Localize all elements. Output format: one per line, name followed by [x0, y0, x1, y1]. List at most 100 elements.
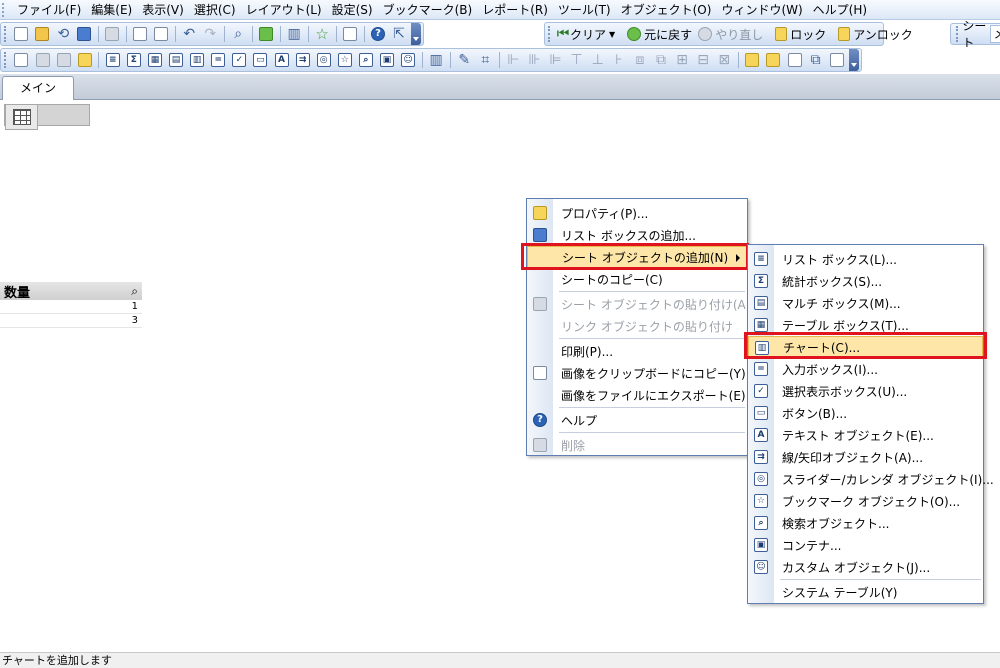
context-help-button[interactable]: ⇱ [389, 24, 408, 44]
create-custom-object-button[interactable]: ☺ [399, 50, 418, 70]
undo-layout-button[interactable]: ↶ [180, 24, 199, 44]
menu-item-add-listbox[interactable]: リスト ボックスの追加... [527, 224, 747, 246]
help-button[interactable]: ? [368, 24, 387, 44]
menu-edit[interactable]: 編集(E) [86, 1, 137, 19]
submenu-item-inputbox[interactable]: = 入力ボックス(I)... [748, 358, 983, 380]
distribute-h-button[interactable]: ⧈ [630, 50, 649, 70]
menu-item-copy-image-clipboard[interactable]: 画像をクリップボードにコピー(Y) [527, 362, 747, 384]
favorites-button[interactable]: ☆ [313, 24, 332, 44]
submenu-item-container[interactable]: ▣ コンテナ... [748, 534, 983, 556]
toolbar-grip[interactable] [4, 26, 8, 42]
align-right-button[interactable]: ⊫ [546, 50, 565, 70]
create-button-object-button[interactable]: ▭ [251, 50, 270, 70]
same-width-button[interactable]: ⊞ [673, 50, 692, 70]
edit-expression-button[interactable] [785, 50, 804, 70]
submenu-item-text-object[interactable]: A テキスト オブジェクト(E)... [748, 424, 983, 446]
menu-view[interactable]: 表示(V) [137, 1, 189, 19]
menu-item-paste-sheet-object[interactable]: シート オブジェクトの貼り付け(A) [527, 293, 750, 315]
toolbar-overflow-button[interactable] [411, 23, 421, 45]
edit-button[interactable] [341, 24, 360, 44]
align-top-button[interactable]: ⊤ [567, 50, 586, 70]
search-icon[interactable]: ⌕ [131, 284, 138, 299]
create-search-object-button[interactable]: ⌕ [356, 50, 375, 70]
menu-item-copy-sheet[interactable]: シートのコピー(C) [527, 268, 747, 290]
same-size-button[interactable]: ⊠ [715, 50, 734, 70]
chart-wizard-button-2[interactable]: ▥ [427, 50, 446, 70]
submenu-item-tablebox[interactable]: ▦ テーブル ボックス(T)... [748, 314, 983, 336]
tab-main[interactable]: メイン [2, 76, 74, 100]
submenu-item-slider[interactable]: ◎ スライダー/カレンダ オブジェクト(I)... [748, 468, 994, 490]
menu-item-delete[interactable]: 削除 [527, 434, 747, 456]
forward-button[interactable]: やり直し [695, 24, 766, 44]
create-text-object-button[interactable]: A [272, 50, 291, 70]
search-button[interactable]: ⌕ [229, 24, 248, 44]
open-button[interactable] [33, 24, 52, 44]
document-extensions-button[interactable] [827, 50, 846, 70]
table-viewer-button[interactable]: ⧉ [806, 50, 825, 70]
menu-item-add-sheet-object[interactable]: シート オブジェクトの追加(N) [527, 246, 747, 268]
submenu-item-listbox[interactable]: ≡ リスト ボックス(L)... [748, 248, 983, 270]
sheet-properties-button[interactable] [743, 50, 762, 70]
format-painter-button[interactable]: ✎ [455, 50, 474, 70]
back-button[interactable]: 元に戻す [624, 24, 695, 44]
demote-sheet-button[interactable] [54, 50, 73, 70]
create-statistics-box-button[interactable]: Σ [124, 50, 143, 70]
chart-wizard-button[interactable]: ▥ [285, 24, 304, 44]
save-button[interactable] [75, 24, 94, 44]
create-container-button[interactable]: ▣ [377, 50, 396, 70]
submenu-item-current-selections[interactable]: ✓ 選択表示ボックス(U)... [748, 380, 983, 402]
menu-item-print[interactable]: 印刷(P)... [527, 340, 747, 362]
menubar-grip[interactable] [2, 2, 8, 17]
create-line-arrow-button[interactable]: ⇉ [293, 50, 312, 70]
menu-object[interactable]: オブジェクト(O) [616, 1, 717, 19]
align-middle-button[interactable]: ⊥ [588, 50, 607, 70]
menu-item-paste-link-object[interactable]: リンク オブジェクトの貼り付け [527, 315, 747, 337]
align-center-button[interactable]: ⊪ [525, 50, 544, 70]
toolbar-grip[interactable] [548, 26, 550, 42]
menu-window[interactable]: ウィンドウ(W) [716, 1, 807, 19]
listbox-caption[interactable]: 数量 ⌕ [0, 282, 142, 301]
align-bottom-button[interactable]: ⊦ [609, 50, 628, 70]
create-listbox-button[interactable]: ≡ [103, 50, 122, 70]
list-item[interactable]: 1 [0, 300, 142, 314]
add-fields-button[interactable] [75, 50, 94, 70]
menu-bookmarks[interactable]: ブックマーク(B) [378, 1, 478, 19]
sheet-dropdown[interactable]: メ [989, 25, 1000, 43]
submenu-item-search-object[interactable]: ⌕ 検索オブジェクト... [748, 512, 983, 534]
create-tablebox-button[interactable]: ▦ [145, 50, 164, 70]
submenu-item-bookmark-object[interactable]: ☆ ブックマーク オブジェクト(O)... [748, 490, 983, 512]
create-bookmark-object-button[interactable]: ☆ [335, 50, 354, 70]
menu-item-help[interactable]: ? ヘルプ [527, 409, 747, 431]
same-height-button[interactable]: ⊟ [694, 50, 713, 70]
new-button[interactable] [12, 24, 31, 44]
toolbar-overflow-button[interactable] [849, 49, 859, 71]
crop-button[interactable]: ⌗ [476, 50, 495, 70]
menu-selections[interactable]: 選択(C) [189, 1, 241, 19]
submenu-item-custom-object[interactable]: ☺ カスタム オブジェクト(J)... [748, 556, 983, 578]
promote-sheet-button[interactable] [33, 50, 52, 70]
menu-tools[interactable]: ツール(T) [553, 1, 616, 19]
submenu-item-chart[interactable]: ▥ チャート(C)... [748, 336, 983, 358]
reload-button[interactable]: ⟲ [54, 24, 73, 44]
align-left-button[interactable]: ⊩ [504, 50, 523, 70]
create-slider-button[interactable]: ◎ [314, 50, 333, 70]
print-button[interactable] [103, 24, 122, 44]
submenu-item-statistics-box[interactable]: Σ 統計ボックス(S)... [748, 270, 983, 292]
toolbar-grip[interactable] [4, 52, 8, 68]
list-item[interactable]: 3 [0, 314, 142, 328]
menu-layout[interactable]: レイアウト(L) [241, 1, 327, 19]
menu-help[interactable]: ヘルプ(H) [808, 1, 872, 19]
submenu-item-system-table[interactable]: システム テーブル(Y) [748, 581, 983, 603]
menu-settings[interactable]: 設定(S) [327, 1, 378, 19]
minimized-tablebox[interactable] [4, 104, 90, 130]
redo-layout-button[interactable]: ↷ [201, 24, 220, 44]
submenu-item-button[interactable]: ▭ ボタン(B)... [748, 402, 983, 424]
document-properties-button[interactable] [764, 50, 783, 70]
menu-file[interactable]: ファイル(F) [12, 1, 86, 19]
lock-button[interactable]: ロック [772, 24, 829, 44]
submenu-item-line-arrow[interactable]: ⇉ 線/矢印オブジェクト(A)... [748, 446, 983, 468]
clear-button[interactable]: ⏮ クリア ▼ [553, 24, 618, 44]
reload-data-button[interactable] [152, 24, 171, 44]
listbox-quantity[interactable]: 数量 ⌕ 1 3 [0, 282, 142, 332]
create-current-selections-button[interactable]: ✓ [230, 50, 249, 70]
